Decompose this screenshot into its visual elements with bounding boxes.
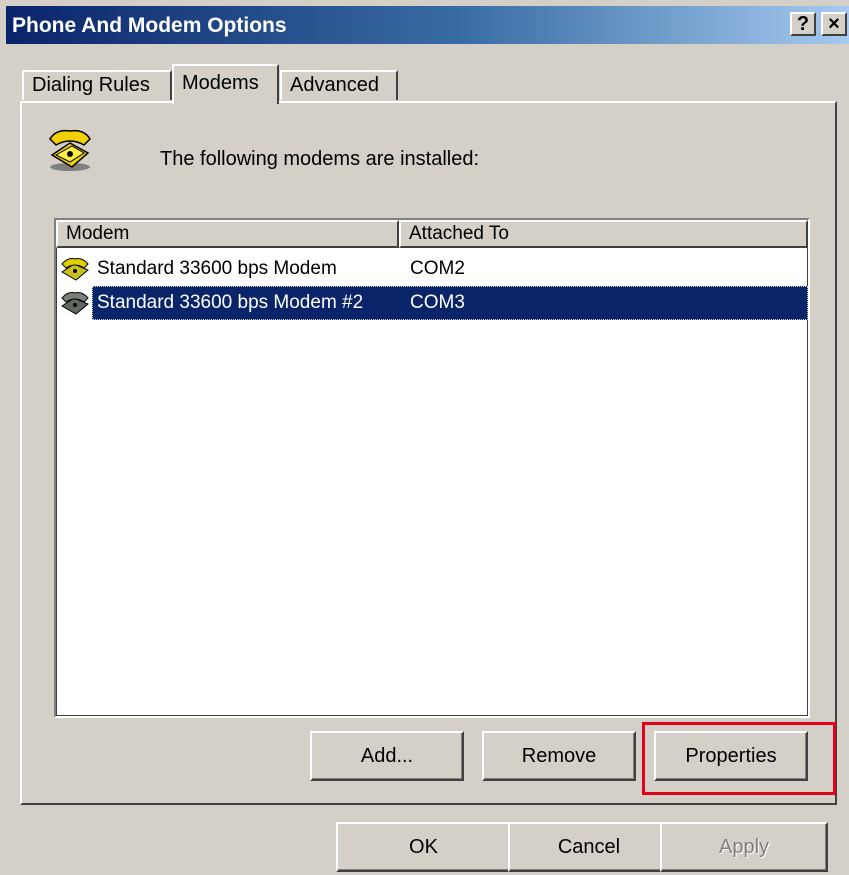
- properties-button[interactable]: Properties: [654, 731, 808, 781]
- installed-modems-label: The following modems are installed:: [160, 148, 480, 170]
- remove-modem-button[interactable]: Remove: [482, 731, 636, 781]
- ok-button[interactable]: OK: [336, 822, 511, 872]
- title-bar[interactable]: Phone And Modem Options ? ×: [6, 6, 849, 44]
- modem-row[interactable]: Standard 33600 bps Modem COM2: [56, 252, 808, 286]
- help-button[interactable]: ?: [790, 12, 816, 36]
- modem-icon: [61, 258, 89, 281]
- window-title: Phone And Modem Options: [12, 14, 287, 37]
- tab-dialing-rules[interactable]: Dialing Rules: [22, 70, 172, 100]
- modem-icon: [61, 292, 89, 315]
- tab-modems[interactable]: Modems: [172, 64, 279, 104]
- modem-name: Standard 33600 bps Modem: [97, 258, 337, 279]
- column-header-attached-to[interactable]: Attached To: [399, 220, 808, 248]
- add-modem-button[interactable]: Add...: [310, 731, 464, 781]
- tab-advanced[interactable]: Advanced: [280, 70, 398, 100]
- phone-and-modem-options-dialog: Phone And Modem Options ? × Dialing Rule…: [0, 0, 849, 875]
- modem-port: COM3: [410, 292, 465, 313]
- modems-tab-panel: The following modems are installed: Mode…: [20, 101, 837, 805]
- telephone-icon: [49, 129, 91, 171]
- modem-name: Standard 33600 bps Modem #2: [97, 292, 364, 313]
- column-header-modem[interactable]: Modem: [56, 220, 399, 248]
- cancel-button[interactable]: Cancel: [508, 822, 670, 872]
- apply-button[interactable]: Apply: [660, 822, 828, 872]
- modems-list[interactable]: Modem Attached To Standard 33600 bps Mod…: [54, 218, 810, 718]
- modem-port: COM2: [410, 258, 465, 279]
- close-button[interactable]: ×: [821, 12, 847, 36]
- modem-row-selected[interactable]: Standard 33600 bps Modem #2 COM3: [56, 286, 808, 320]
